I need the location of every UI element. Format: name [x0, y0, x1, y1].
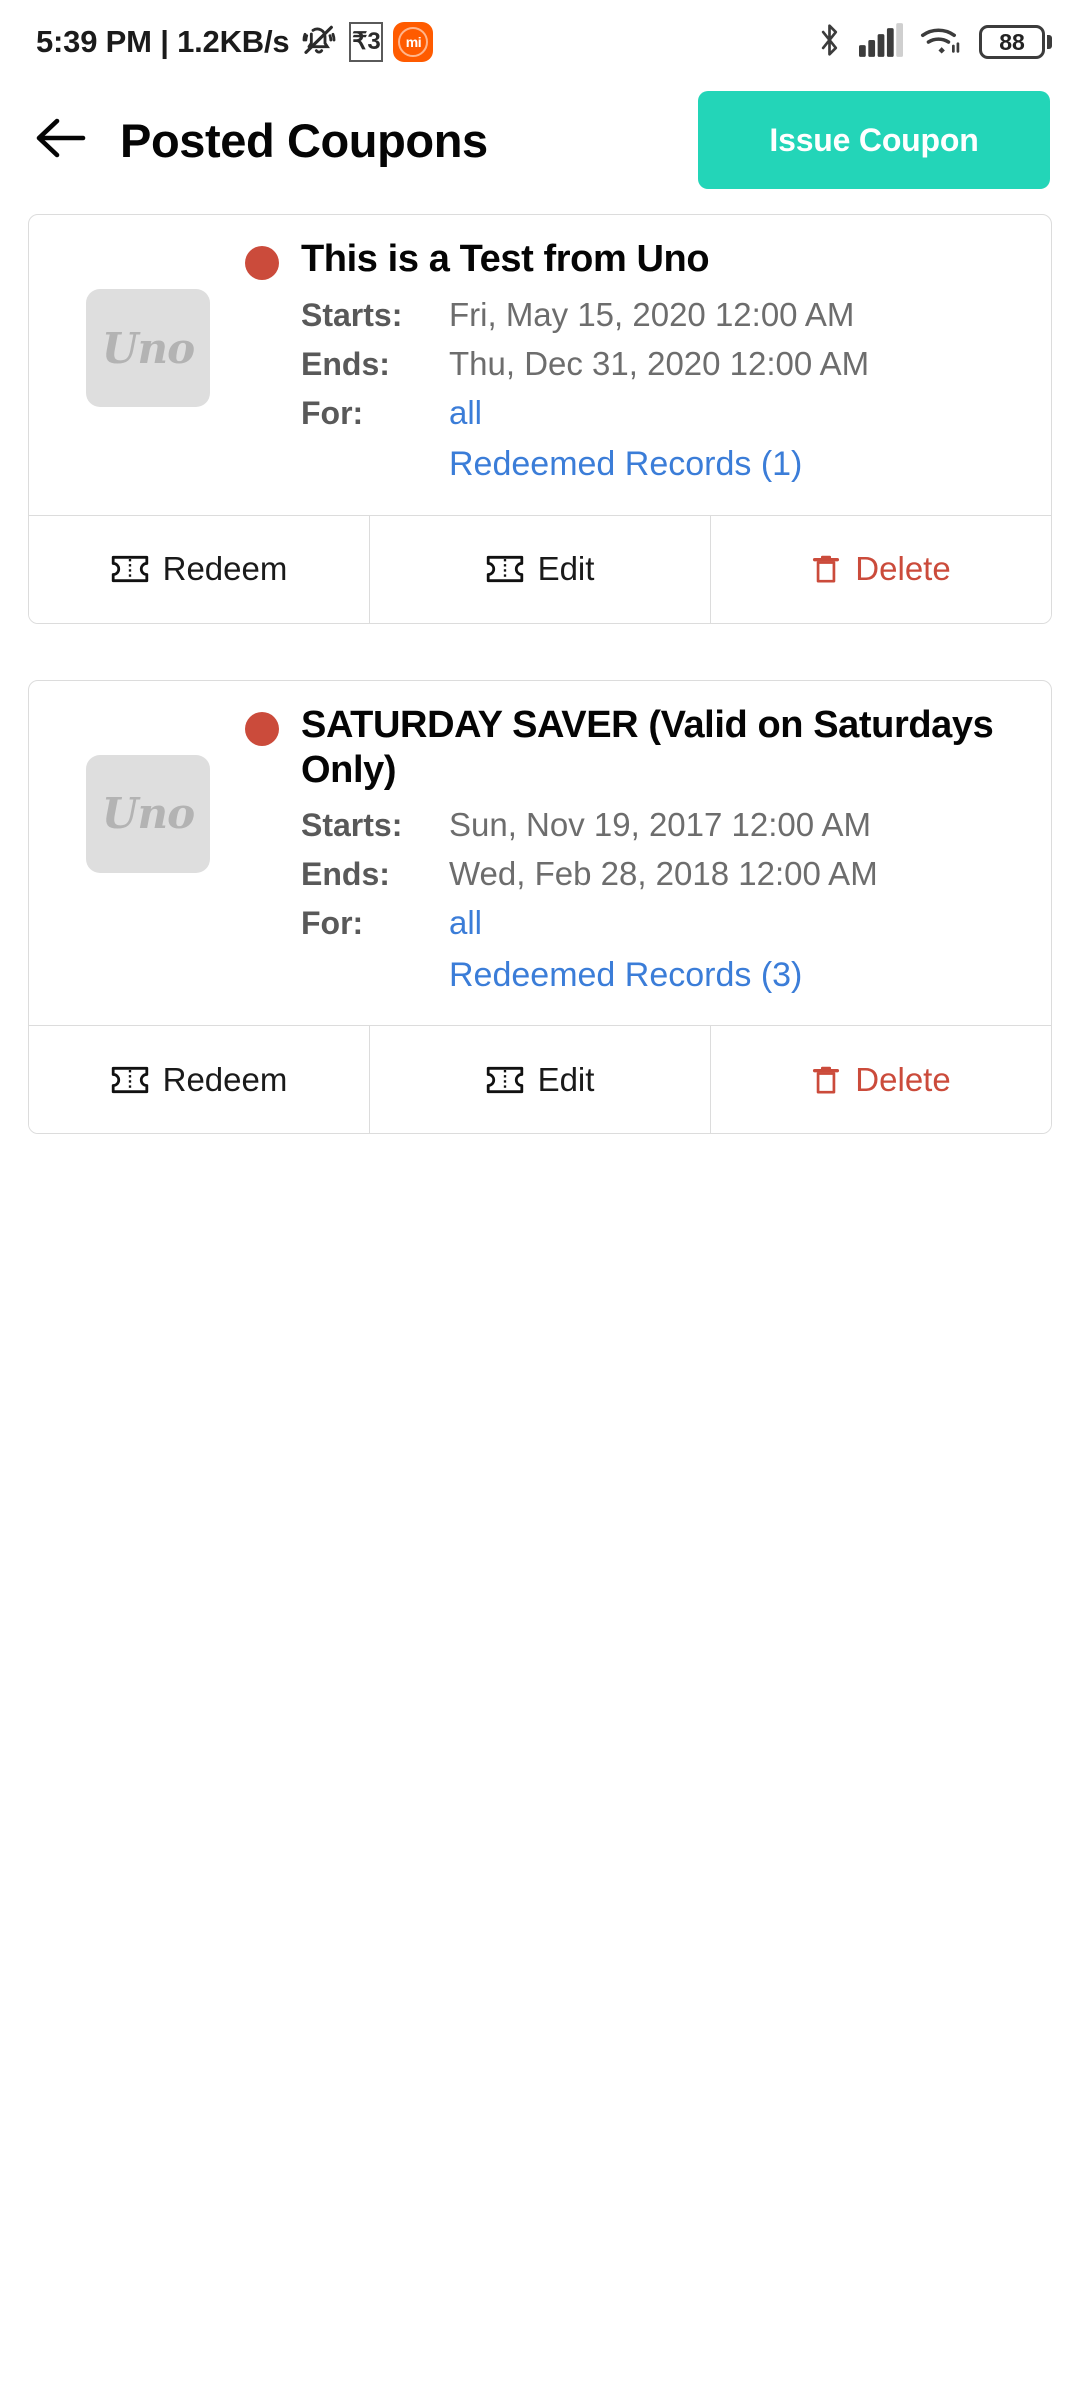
coupon-card-body: Uno SATURDAY SAVER (Valid on Saturdays O…	[29, 681, 1051, 1026]
redeem-label: Redeem	[162, 1060, 288, 1098]
for-audience-link[interactable]: all	[449, 900, 482, 947]
ends-label: Ends:	[301, 345, 390, 382]
merchant-logo-text: Uno	[101, 323, 195, 373]
coupon-ends-row: Ends: Thu, Dec 31, 2020 12:00 AM	[301, 341, 1025, 388]
coupon-card-body: Uno This is a Test from Uno Starts: Fri,…	[29, 215, 1051, 515]
starts-value: Fri, May 15, 2020 12:00 AM	[449, 295, 855, 333]
network-speed: 1.2KB/s	[177, 24, 290, 59]
starts-label: Starts:	[301, 296, 403, 333]
mi-label: mi	[405, 34, 422, 50]
delete-label: Delete	[855, 550, 951, 588]
app-header: Posted Coupons Issue Coupon	[0, 84, 1080, 196]
merchant-logo: Uno	[86, 289, 210, 407]
ticket-icon	[486, 554, 524, 584]
status-dot-icon	[245, 711, 279, 746]
battery-cap	[1047, 35, 1052, 49]
page-title: Posted Coupons	[120, 113, 488, 167]
redeemed-records-link[interactable]: Redeemed Records (1)	[301, 440, 1025, 488]
ends-value: Thu, Dec 31, 2020 12:00 AM	[449, 344, 870, 382]
ticket-icon	[486, 1065, 524, 1095]
status-bar-right: 88	[816, 21, 1052, 64]
coupon-logo-column: Uno	[55, 703, 241, 1000]
redeem-label: Redeem	[162, 550, 288, 588]
coupon-title: This is a Test from Uno	[301, 238, 710, 280]
redeem-button[interactable]: Redeem	[29, 515, 369, 623]
battery-level: 88	[999, 28, 1025, 55]
starts-label: Starts:	[301, 807, 403, 844]
ticket-icon	[111, 554, 149, 584]
coupon-logo-column: Uno	[55, 237, 241, 489]
coupon-action-bar: Redeem Edit Delete	[29, 1025, 1051, 1134]
redeem-button[interactable]: Redeem	[29, 1026, 369, 1134]
edit-button[interactable]: Edit	[369, 1026, 710, 1134]
battery-indicator: 88	[979, 25, 1052, 59]
merchant-logo-text: Uno	[101, 789, 195, 839]
starts-value: Sun, Nov 19, 2017 12:00 AM	[449, 806, 871, 844]
coupon-info: SATURDAY SAVER (Valid on Saturdays Only)…	[241, 703, 1025, 1000]
back-button[interactable]	[28, 107, 94, 173]
for-audience-link[interactable]: all	[449, 390, 482, 437]
coupon-list: Uno This is a Test from Uno Starts: Fri,…	[0, 196, 1080, 1135]
ends-label: Ends:	[301, 856, 390, 893]
arrow-left-icon	[33, 114, 89, 167]
edit-button[interactable]: Edit	[369, 515, 710, 623]
coupon-info: This is a Test from Uno Starts: Fri, May…	[241, 237, 1025, 489]
cellular-signal-icon	[859, 22, 903, 62]
wifi-icon	[919, 23, 963, 62]
coupon-title-row: This is a Test from Uno	[245, 237, 1025, 282]
status-bar: 5:39 PM | 1.2KB/s ₹3 mi 88	[0, 0, 1080, 84]
coupon-meta: Starts: Sun, Nov 19, 2017 12:00 AM Ends:…	[245, 802, 1025, 999]
issue-coupon-button[interactable]: Issue Coupon	[698, 91, 1050, 189]
merchant-logo: Uno	[86, 754, 210, 873]
status-separator: |	[160, 24, 169, 59]
for-label: For:	[301, 394, 364, 431]
coupon-card[interactable]: Uno This is a Test from Uno Starts: Fri,…	[28, 214, 1052, 624]
edit-label: Edit	[537, 1060, 595, 1098]
coupon-starts-row: Starts: Sun, Nov 19, 2017 12:00 AM	[301, 802, 1025, 849]
status-dot-icon	[245, 246, 279, 280]
mi-logo-icon: mi	[393, 22, 434, 62]
coupon-meta: Starts: Fri, May 15, 2020 12:00 AM Ends:…	[245, 292, 1025, 489]
coupon-action-bar: Redeem Edit Delete	[29, 514, 1051, 623]
status-bar-left: 5:39 PM | 1.2KB/s ₹3 mi	[36, 20, 434, 65]
status-time: 5:39 PM | 1.2KB/s	[36, 24, 290, 60]
ticket-icon	[111, 1065, 149, 1095]
coupon-starts-row: Starts: Fri, May 15, 2020 12:00 AM	[301, 292, 1025, 339]
bell-muted-icon	[299, 20, 339, 65]
status-time-value: 5:39 PM	[36, 24, 152, 59]
bluetooth-icon	[816, 21, 843, 64]
rupee-badge-icon: ₹3	[349, 22, 384, 62]
trash-icon	[811, 1063, 841, 1097]
delete-label: Delete	[855, 1060, 951, 1098]
battery-body: 88	[979, 25, 1045, 59]
coupon-ends-row: Ends: Wed, Feb 28, 2018 12:00 AM	[301, 851, 1025, 898]
coupon-for-row: For: all	[301, 390, 1025, 437]
delete-button[interactable]: Delete	[710, 1026, 1051, 1134]
coupon-title: SATURDAY SAVER (Valid on Saturdays Only)	[301, 703, 994, 791]
coupon-for-row: For: all	[301, 900, 1025, 947]
trash-icon	[811, 552, 841, 586]
delete-button[interactable]: Delete	[710, 515, 1051, 623]
coupon-card[interactable]: Uno SATURDAY SAVER (Valid on Saturdays O…	[28, 679, 1052, 1135]
edit-label: Edit	[537, 550, 595, 588]
coupon-title-row: SATURDAY SAVER (Valid on Saturdays Only)	[245, 703, 1025, 793]
for-label: For:	[301, 905, 364, 942]
redeemed-records-link[interactable]: Redeemed Records (3)	[301, 951, 1025, 999]
ends-value: Wed, Feb 28, 2018 12:00 AM	[449, 855, 878, 893]
